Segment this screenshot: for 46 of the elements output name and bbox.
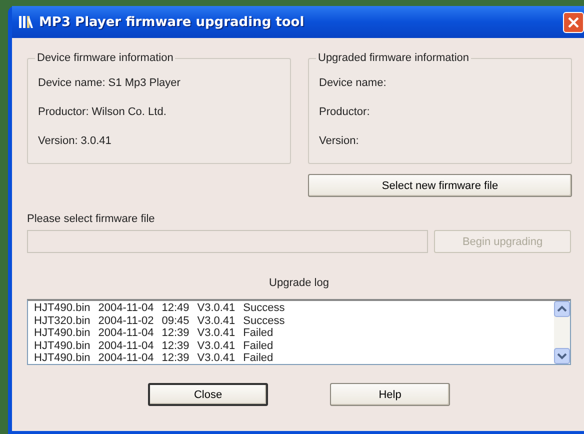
- group-title: Device firmware information: [36, 52, 174, 64]
- log-cell: HJT490.bin: [34, 352, 90, 364]
- info-label: Version: 3.0.41: [38, 134, 112, 146]
- log-cell: 2004-11-02: [98, 314, 154, 327]
- log-cell: V3.0.41: [197, 302, 236, 314]
- log-cell: 12:49: [162, 302, 190, 314]
- log-cell: 2004-11-04: [98, 352, 154, 364]
- log-cell: Success: [243, 302, 285, 314]
- log-cell-text: Failed: [243, 340, 274, 352]
- log-cell: HJT490.bin: [34, 340, 90, 352]
- log-cell: Success: [243, 314, 285, 327]
- log-cell: V3.0.41: [197, 327, 236, 340]
- log-cell: 12:39: [162, 340, 190, 352]
- log-cell: 12:39: [162, 352, 190, 364]
- close-button[interactable]: [563, 12, 584, 32]
- group-title: Upgraded firmware information: [317, 52, 470, 64]
- close-icon: [568, 16, 579, 28]
- info-label: Version:: [319, 134, 360, 146]
- info-label: Productor:: [319, 106, 371, 118]
- info-label: Productor: Wilson Co. Ltd.: [38, 106, 168, 118]
- log-cell: 2004-11-04: [98, 340, 154, 352]
- log-cell: HJT490.bin: [34, 327, 90, 340]
- window-title: MP3 Player firmware upgrading tool: [39, 14, 306, 30]
- scroll-up-icon[interactable]: [554, 301, 570, 317]
- log-cell: 09:45: [162, 314, 190, 327]
- select-file-button[interactable]: Select new firmware file: [308, 174, 572, 197]
- app-icon: [18, 15, 34, 29]
- scroll-down-icon[interactable]: [554, 348, 570, 364]
- log-title: Upgrade log: [269, 277, 329, 289]
- log-cell: HJT490.bin: [34, 302, 90, 314]
- log-cell: 2004-11-04: [98, 302, 154, 314]
- log-cell: V3.0.41: [197, 314, 236, 327]
- dialog-button[interactable]: Close: [148, 383, 268, 406]
- field-label: Please select firmware file: [27, 213, 156, 225]
- info-label: Device name: S1 Mp3 Player: [38, 76, 182, 88]
- log-cell: V3.0.41: [197, 352, 236, 364]
- log-cell-text: Failed: [243, 327, 274, 340]
- log-cell: V3.0.41: [197, 340, 236, 352]
- log-cell: 12:39: [162, 327, 190, 340]
- scrollbar[interactable]: [554, 301, 570, 364]
- info-label: Device name:: [319, 76, 388, 88]
- log-list[interactable]: [27, 299, 571, 365]
- log-cell: HJT320.bin: [34, 314, 90, 327]
- log-cell: 2004-11-04: [98, 327, 154, 340]
- log-cell-text: Failed: [243, 352, 274, 364]
- dialog-button[interactable]: Help: [330, 383, 450, 406]
